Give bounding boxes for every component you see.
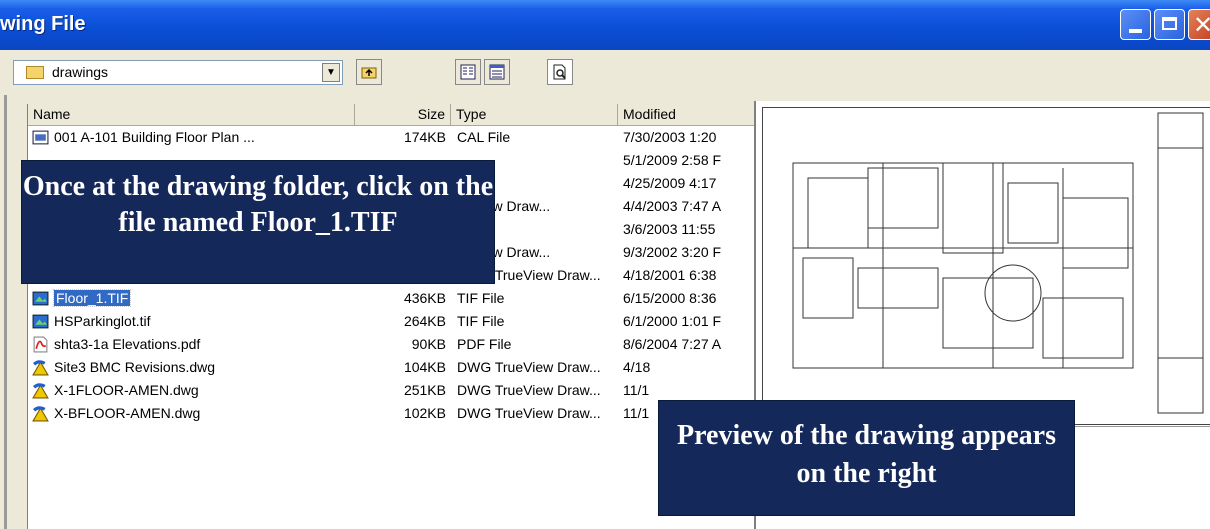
file-name: Site3 BMC Revisions.dwg: [54, 359, 216, 375]
file-modified: 6/1/2000 1:01 F: [623, 313, 722, 329]
list-header: Name Size Type Modified: [28, 104, 754, 126]
preview-button[interactable]: [547, 59, 573, 85]
close-button[interactable]: ✕: [1188, 9, 1210, 40]
file-row[interactable]: X-BFLOOR-AMEN.dwg 102KB DWG TrueView Draw.…: [28, 402, 754, 425]
file-name: X-BFLOOR-AMEN.dwg: [54, 405, 201, 421]
list-view-button[interactable]: [455, 59, 481, 85]
minimize-icon: [1129, 29, 1142, 33]
file-row[interactable]: HSParkinglot.tif 264KB TIF File 6/1/2000 1:…: [28, 310, 754, 333]
file-size: 102KB: [403, 405, 446, 421]
file-row[interactable]: Site3 BMC Revisions.dwg 104KB DWG TrueView…: [28, 356, 754, 379]
details-view-icon: [489, 64, 505, 80]
column-header-size[interactable]: Size: [355, 104, 451, 125]
look-in-value: drawings: [52, 64, 109, 80]
file-row[interactable]: X-1FLOOR-AMEN.dwg 251KB DWG TrueView Draw.…: [28, 379, 754, 402]
column-header-name[interactable]: Name: [28, 104, 355, 125]
file-type: DWG TrueView Draw...: [457, 382, 601, 398]
cal-file-icon: [32, 130, 49, 145]
pdf-file-icon: [33, 336, 48, 353]
window-title: wing File: [0, 13, 86, 35]
file-modified: 11/1: [623, 382, 650, 398]
file-type: DWG TrueView Draw...: [457, 359, 601, 375]
file-modified: 5/1/2009 2:58 F: [623, 152, 722, 168]
file-modified: 8/6/2004 7:27 A: [623, 336, 722, 352]
tif-file-icon: [32, 314, 49, 329]
file-type: TIF File: [457, 290, 505, 306]
file-modified: 4/25/2009 4:17: [623, 175, 717, 191]
minimize-button[interactable]: [1120, 9, 1151, 40]
file-modified: 4/4/2003 7:47 A: [623, 198, 722, 214]
file-name: X-1FLOOR-AMEN.dwg: [54, 382, 199, 398]
file-name: HSParkinglot.tif: [54, 313, 151, 329]
file-type: DWG TrueView Draw...: [457, 405, 601, 421]
file-modified: 3/6/2003 11:55: [623, 221, 716, 237]
file-row[interactable]: Floor_1.TIF 436KB TIF File 6/15/2000 8:36: [28, 287, 754, 310]
drawing-preview-image: [762, 107, 1210, 425]
up-folder-icon: [361, 67, 377, 79]
file-size: 251KB: [403, 382, 446, 398]
file-type: PDF File: [457, 336, 512, 352]
file-row[interactable]: shta3-1a Elevations.pdf 90KB PDF File 8/6/2…: [28, 333, 754, 356]
up-folder-button[interactable]: [356, 59, 382, 85]
file-row[interactable]: 001 A-101 Building Floor Plan ... 174KB CA…: [28, 126, 754, 149]
file-type: TIF File: [457, 313, 505, 329]
close-icon: ✕: [1193, 11, 1210, 39]
callout-preview-note: Preview of the drawing appears on the ri…: [658, 400, 1075, 516]
maximize-icon: [1162, 17, 1177, 30]
dwg-file-icon: [32, 383, 49, 399]
file-size: 104KB: [403, 359, 446, 375]
column-header-modified[interactable]: Modified: [618, 104, 754, 125]
chevron-down-icon[interactable]: ▼: [322, 63, 340, 82]
folder-icon: [26, 66, 44, 79]
look-in-dropdown[interactable]: drawings ▼: [13, 60, 343, 85]
file-size: 436KB: [403, 290, 446, 306]
preview-icon: [553, 64, 566, 80]
list-view-icon: [460, 64, 476, 80]
file-name: 001 A-101 Building Floor Plan ...: [54, 129, 255, 145]
file-size: 264KB: [403, 313, 446, 329]
dwg-file-icon: [32, 360, 49, 376]
column-header-type[interactable]: Type: [451, 104, 618, 125]
maximize-button[interactable]: [1154, 9, 1185, 40]
callout-folder-instructions: Once at the drawing folder, click on the…: [21, 160, 495, 284]
file-modified: 6/15/2000 8:36: [623, 290, 717, 306]
file-modified: 4/18: [623, 359, 651, 375]
file-type: CAL File: [457, 129, 511, 145]
file-modified: 7/30/2003 1:20: [623, 129, 717, 145]
tif-file-icon: [32, 291, 49, 306]
file-name: Floor_1.TIF: [52, 289, 132, 307]
title-bar[interactable]: wing File ✕: [0, 0, 1210, 50]
details-view-button[interactable]: [484, 59, 510, 85]
file-modified: 9/3/2002 3:20 F: [623, 244, 722, 260]
dwg-file-icon: [32, 406, 49, 422]
file-size: 174KB: [403, 129, 446, 145]
file-name: shta3-1a Elevations.pdf: [54, 336, 201, 352]
file-size: 90KB: [411, 336, 446, 352]
file-modified: 4/18/2001 6:38: [623, 267, 717, 283]
